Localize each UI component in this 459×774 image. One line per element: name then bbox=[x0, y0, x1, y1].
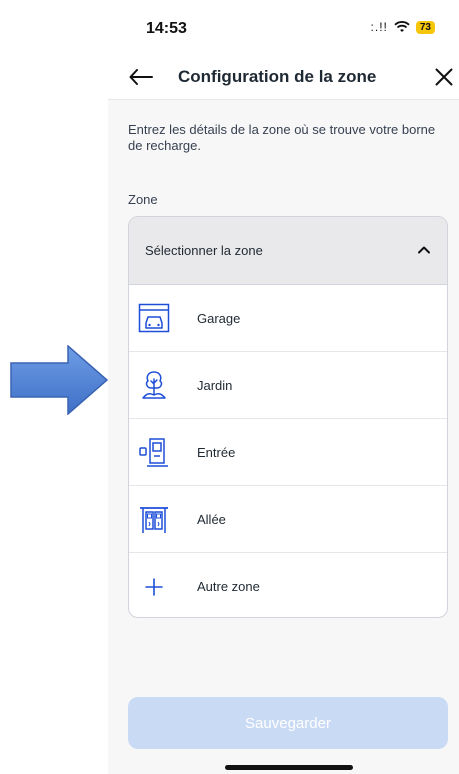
intro-text: Entrez les détails de la zone où se trou… bbox=[128, 122, 436, 153]
zone-dropdown: Sélectionner la zone Garage Jardin Entré… bbox=[128, 216, 448, 618]
home-indicator bbox=[225, 765, 353, 770]
content-area: Entrez les détails de la zone où se trou… bbox=[108, 100, 459, 774]
plus-icon bbox=[137, 570, 171, 604]
zone-option-label: Autre zone bbox=[197, 579, 260, 594]
tree-icon bbox=[137, 368, 171, 402]
wifi-icon bbox=[394, 21, 410, 32]
arrow-left-icon bbox=[129, 69, 153, 85]
signal-icon: :.!! bbox=[370, 20, 388, 34]
save-button[interactable]: Sauvegarder bbox=[128, 697, 448, 749]
zone-option-label: Garage bbox=[197, 310, 241, 326]
chevron-up-icon bbox=[418, 246, 430, 254]
entrance-icon bbox=[137, 435, 171, 469]
nav-bar: Configuration de la zone bbox=[108, 58, 459, 100]
save-button-label: Sauvegarder bbox=[245, 714, 331, 732]
zone-option-label: Allée bbox=[197, 511, 226, 527]
status-bar: 14:53 :.!! 73 bbox=[108, 0, 459, 52]
page-title: Configuration de la zone bbox=[178, 67, 377, 86]
close-button[interactable] bbox=[429, 62, 459, 92]
zone-option-allee[interactable]: Allée bbox=[129, 486, 447, 553]
zone-option-label: Jardin bbox=[197, 377, 233, 393]
zone-option-label: Entrée bbox=[197, 444, 236, 460]
zone-select-label: Sélectionner la zone bbox=[145, 243, 263, 258]
zone-option-garage[interactable]: Garage bbox=[129, 285, 447, 352]
zone-label: Zone bbox=[128, 192, 158, 207]
annotation-arrow-icon bbox=[10, 345, 108, 415]
zone-option-jardin[interactable]: Jardin bbox=[129, 352, 447, 419]
driveway-icon bbox=[137, 502, 171, 536]
battery-badge: 73 bbox=[415, 20, 435, 34]
zone-option-entree[interactable]: Entrée bbox=[129, 419, 447, 486]
zone-select[interactable]: Sélectionner la zone bbox=[129, 217, 447, 285]
status-icons: :.!! 73 bbox=[371, 20, 435, 34]
zone-option-autre[interactable]: Autre zone bbox=[129, 553, 447, 617]
phone-screen: 14:53 :.!! 73 Configuration de la zone E… bbox=[108, 0, 459, 774]
back-button[interactable] bbox=[126, 62, 156, 92]
garage-icon bbox=[137, 301, 171, 335]
status-time: 14:53 bbox=[146, 20, 187, 37]
close-icon bbox=[435, 68, 453, 86]
